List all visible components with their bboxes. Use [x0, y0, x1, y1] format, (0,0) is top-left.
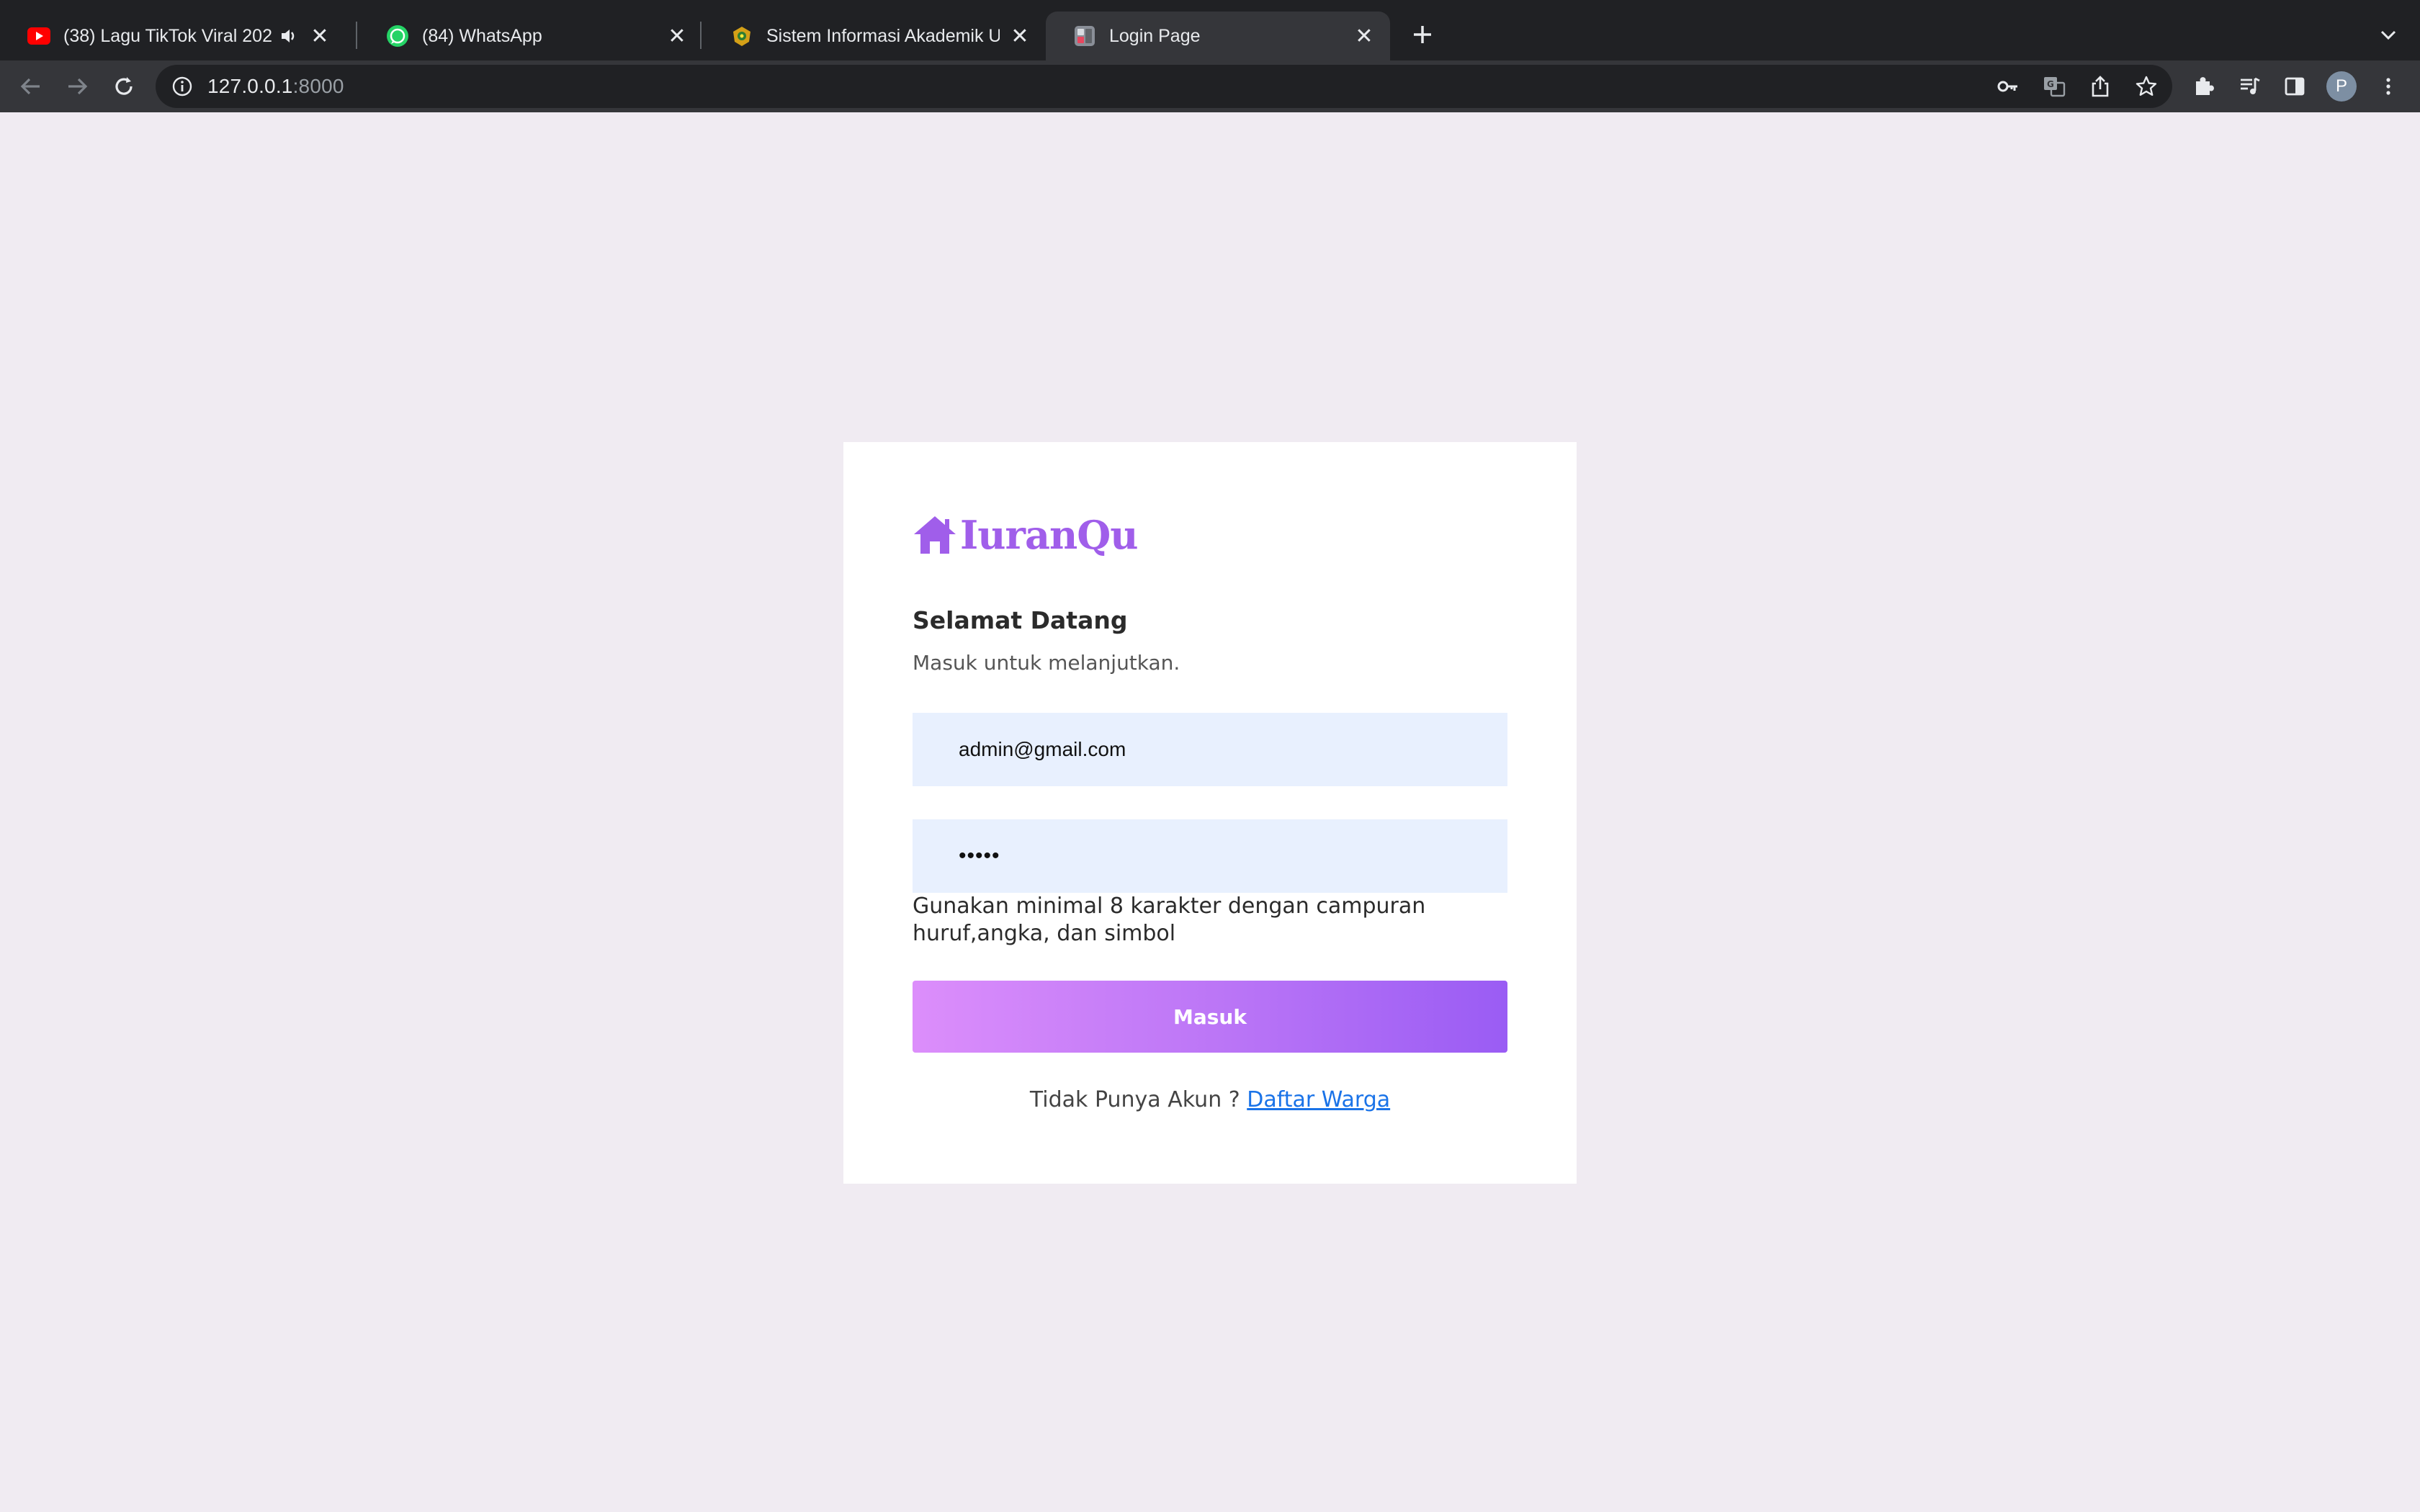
tab-whatsapp[interactable]: (84) WhatsApp ✕ — [359, 12, 703, 60]
password-hint: Gunakan minimal 8 karakter dengan campur… — [913, 894, 1426, 946]
info-icon[interactable] — [171, 76, 193, 97]
bookmark-star-icon[interactable] — [2132, 72, 2161, 101]
tab-siakad[interactable]: Sistem Informasi Akademik Uni ✕ — [703, 12, 1046, 60]
login-button[interactable]: Masuk — [913, 981, 1507, 1053]
login-card: IuranQu Selamat Datang Masuk untuk melan… — [843, 442, 1577, 1184]
back-button[interactable] — [14, 71, 46, 102]
profile-avatar[interactable]: P — [2326, 71, 2357, 102]
welcome-title: Selamat Datang — [913, 606, 1128, 634]
extensions-puzzle-icon[interactable] — [2190, 72, 2218, 101]
reload-button[interactable] — [108, 71, 140, 102]
url-port: :8000 — [292, 75, 344, 97]
url-host: 127.0.0.1 — [207, 75, 293, 97]
media-control-icon[interactable] — [2236, 72, 2264, 101]
forward-button[interactable] — [62, 71, 94, 102]
reload-icon — [115, 77, 133, 95]
tab-separator — [700, 22, 702, 49]
plus-icon — [1414, 26, 1431, 43]
welcome-subtitle: Masuk untuk melanjutkan. — [913, 651, 1180, 675]
close-icon[interactable]: ✕ — [1008, 24, 1031, 48]
register-link[interactable]: Daftar Warga — [1247, 1087, 1390, 1112]
password-key-icon[interactable] — [1994, 72, 2022, 101]
translate-icon[interactable]: G — [2040, 72, 2069, 101]
new-tab-button[interactable] — [1407, 19, 1438, 50]
svg-text:G: G — [2047, 79, 2054, 89]
whatsapp-icon — [386, 24, 409, 48]
tab-search-button[interactable] — [2374, 20, 2403, 49]
arrow-right-icon — [68, 78, 88, 95]
brand-logo: IuranQu — [913, 510, 1139, 560]
tab-youtube[interactable]: (38) Lagu TikTok Viral 2022 ✕ — [0, 12, 346, 60]
arrow-left-icon — [20, 78, 40, 95]
speaker-icon[interactable] — [278, 25, 300, 47]
brand-name: IuranQu — [960, 512, 1139, 558]
home-icon — [914, 516, 956, 554]
more-menu-icon[interactable] — [2374, 72, 2403, 101]
password-field[interactable] — [913, 819, 1507, 893]
side-panel-icon[interactable] — [2280, 72, 2309, 101]
tab-title: Sistem Informasi Akademik Uni — [766, 25, 1000, 46]
browser-tabstrip: (38) Lagu TikTok Viral 2022 ✕ (84) Whats… — [0, 0, 2420, 60]
tab-title: Login Page — [1109, 25, 1201, 46]
tab-separator — [356, 22, 357, 49]
close-icon[interactable]: ✕ — [1353, 24, 1376, 48]
close-icon[interactable]: ✕ — [308, 24, 331, 48]
url-text: 127.0.0.1:8000 — [207, 75, 344, 98]
tab-title: (38) Lagu TikTok Viral 2022 — [63, 25, 272, 46]
close-icon[interactable]: ✕ — [666, 24, 689, 48]
tab-login-page[interactable]: Login Page ✕ — [1046, 12, 1390, 60]
university-crest-icon — [730, 24, 753, 48]
email-field[interactable] — [913, 713, 1507, 786]
tab-title: (84) WhatsApp — [422, 25, 542, 46]
page-icon — [1073, 24, 1096, 48]
share-icon[interactable] — [2086, 72, 2115, 101]
chevron-down-icon — [2380, 30, 2396, 40]
youtube-icon — [27, 24, 50, 48]
register-prompt: Tidak Punya Akun ? — [1029, 1087, 1240, 1112]
address-bar[interactable]: 127.0.0.1:8000 — [156, 65, 2172, 108]
register-prompt-line: Tidak Punya Akun ? Daftar Warga — [843, 1087, 1577, 1112]
